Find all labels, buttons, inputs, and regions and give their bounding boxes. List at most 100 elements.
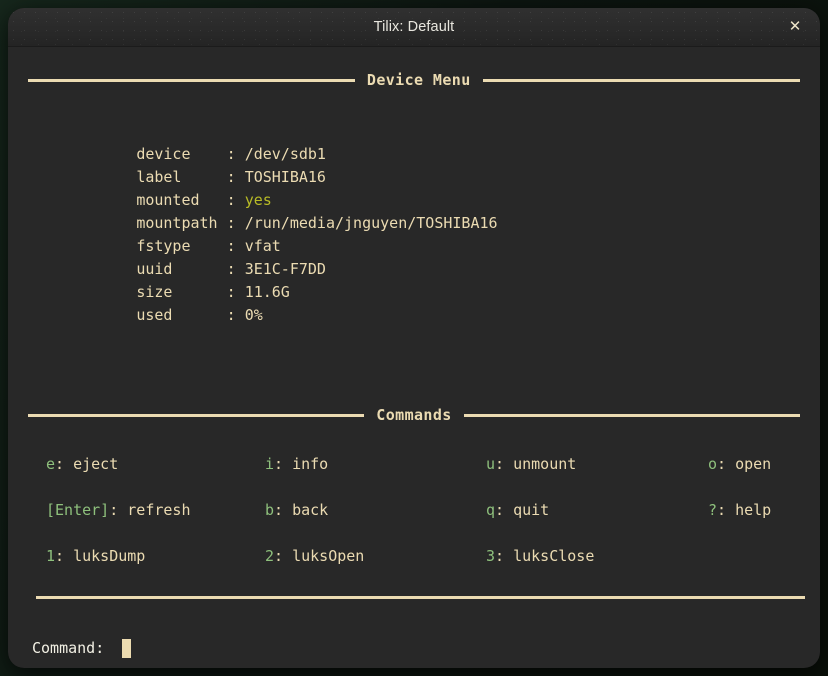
info-pad [181,168,226,186]
info-value: vfat [244,237,281,255]
command-quit[interactable]: q: quit [486,499,549,522]
bottom-divider [36,596,805,599]
info-space [236,283,245,301]
info-colon: : [226,260,236,278]
info-space [236,260,245,278]
commands-row: 1: luksDump 2: luksOpen 3: luksClose [46,545,800,591]
info-space [236,306,245,324]
command-separator: : [274,501,293,519]
info-key: fstype [136,237,191,255]
header-rule-right [463,413,801,417]
info-value: 3E1C-F7DD [244,260,326,278]
info-colon: : [226,168,236,186]
header-rule-right [482,78,800,82]
info-key: mountpath [136,214,218,232]
command-info[interactable]: i: info [265,453,328,476]
command-label: quit [513,501,550,519]
info-key: device [136,145,191,163]
info-key: mounted [136,191,200,209]
info-value-mounted: yes [244,191,272,209]
command-back[interactable]: b: back [265,499,328,522]
command-label: luksDump [73,547,146,565]
info-value: /run/media/jnguyen/TOSHIBA16 [244,214,498,232]
command-luksclose[interactable]: 3: luksClose [486,545,594,568]
header-rule-left [28,413,365,417]
info-pad [191,237,227,255]
command-separator: : [55,547,74,565]
info-pad [172,306,226,324]
command-separator: : [274,455,293,473]
commands-row: [Enter]: refresh b: back q: quit ?: help [46,499,800,545]
window-titlebar[interactable]: Tilix: Default ✕ [8,8,820,47]
command-key: e [46,455,56,473]
device-menu-header: Device Menu [8,68,820,92]
info-key: used [136,306,173,324]
command-key: 2 [265,547,275,565]
command-separator: : [495,501,514,519]
info-key: label [136,168,182,186]
close-icon[interactable]: ✕ [780,8,810,46]
info-pad [172,260,226,278]
command-help[interactable]: ?: help [708,499,771,522]
command-separator: : [495,455,514,473]
command-luksdump[interactable]: 1: luksDump [46,545,145,568]
info-space [236,145,245,163]
info-space [236,214,245,232]
command-label: luksOpen [292,547,365,565]
terminal-content[interactable]: Device Menu device : /dev/sdb1 label : T… [8,47,820,668]
text-cursor [122,639,132,658]
command-label: eject [73,455,119,473]
device-menu-title: Device Menu [366,70,471,89]
command-separator: : [274,547,293,565]
command-label: help [735,501,772,519]
header-rule-left [28,78,355,82]
info-space [236,168,245,186]
command-prompt-label: Command: [32,639,114,657]
command-separator: : [109,501,128,519]
info-colon: : [226,191,236,209]
command-key: [Enter] [46,501,110,519]
command-label: luksClose [513,547,595,565]
command-luksopen[interactable]: 2: luksOpen [265,545,364,568]
info-colon: : [226,283,236,301]
command-key: b [265,501,275,519]
command-key: 1 [46,547,56,565]
command-key: 3 [486,547,496,565]
info-value: 0% [244,306,263,324]
command-prompt[interactable]: Command: [32,637,132,660]
commands-section: Commands e: eject i: info u: unmount o: … [8,403,820,591]
info-pad [172,283,226,301]
command-separator: : [717,455,736,473]
info-colon: : [226,237,236,255]
command-key: ? [708,501,718,519]
info-key: uuid [136,260,173,278]
info-value: TOSHIBA16 [244,168,326,186]
command-label: open [735,455,772,473]
command-label: info [292,455,329,473]
commands-header: Commands [8,403,820,427]
desktop-background: Tilix: Default ✕ Device Menu device : /d… [0,0,828,676]
command-label: refresh [127,501,191,519]
command-key: o [708,455,718,473]
device-info-list: device : /dev/sdb1 label : TOSHIBA16 mou… [8,120,820,324]
commands-title: Commands [376,405,452,424]
info-pad [191,145,227,163]
device-info-row: device : /dev/sdb1 [46,120,820,163]
command-label: back [292,501,329,519]
info-key: size [136,283,173,301]
info-value: 11.6G [244,283,290,301]
info-space [236,191,245,209]
command-unmount[interactable]: u: unmount [486,453,576,476]
command-separator: : [495,547,514,565]
info-value: /dev/sdb1 [244,145,326,163]
window-title: Tilix: Default [373,19,455,35]
command-separator: : [55,455,74,473]
command-separator: : [717,501,736,519]
command-refresh[interactable]: [Enter]: refresh [46,499,191,522]
command-open[interactable]: o: open [708,453,771,476]
command-label: unmount [513,455,577,473]
command-eject[interactable]: e: eject [46,453,118,476]
info-colon: : [226,306,236,324]
info-colon: : [226,145,236,163]
info-space [236,237,245,255]
